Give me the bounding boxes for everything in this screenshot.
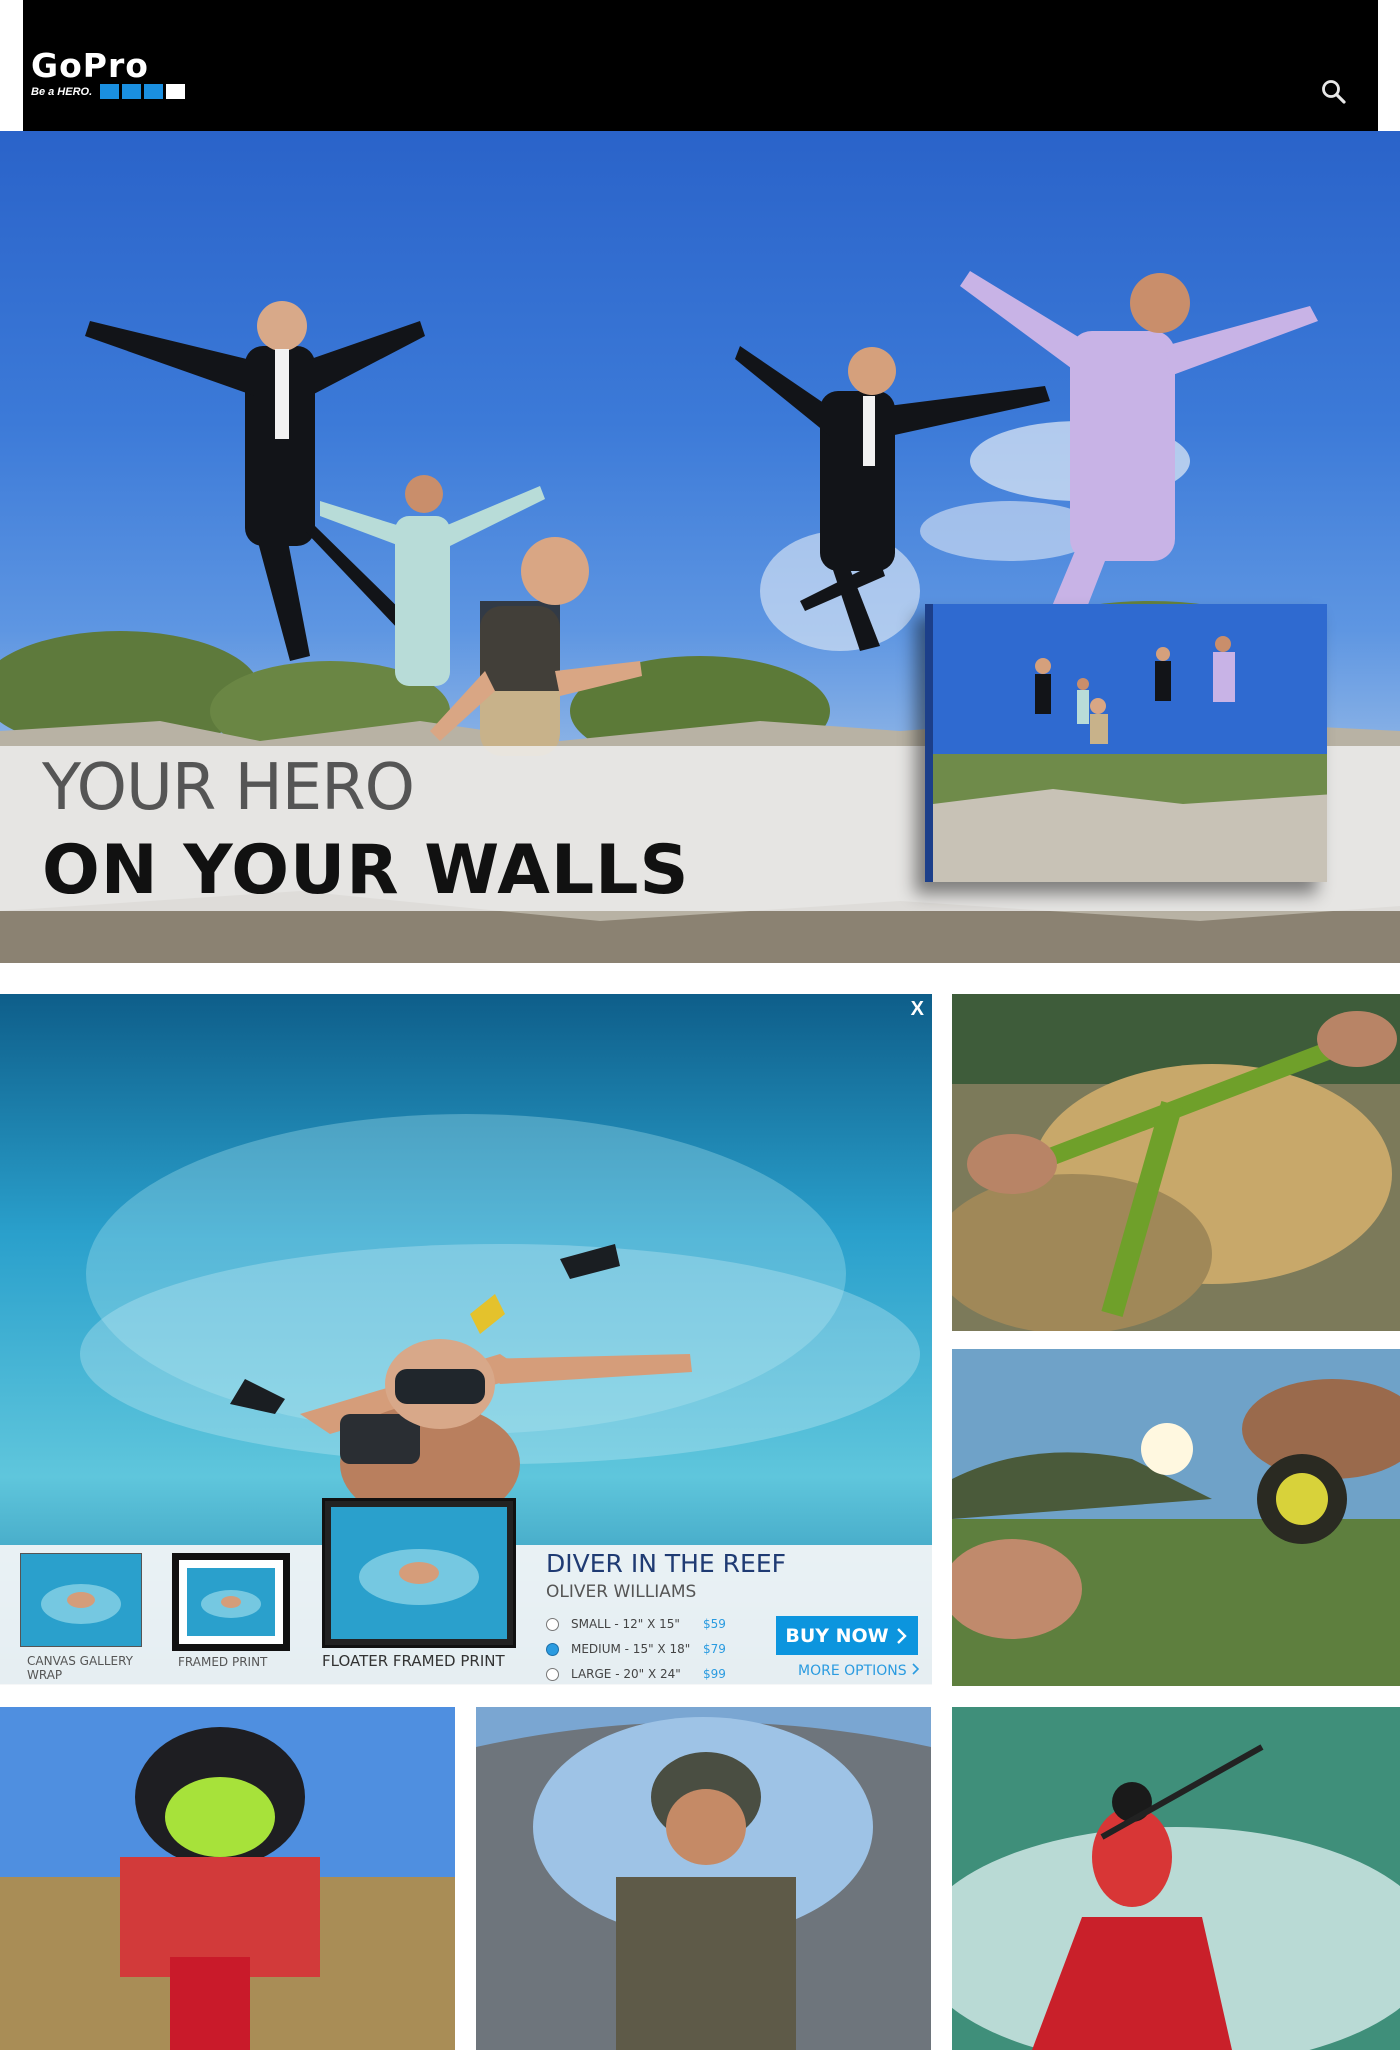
logo-square [166,84,186,99]
size-label: LARGE - 20" X 24" [571,1667,681,1681]
gallery-tile-fighter-jet[interactable] [476,1707,931,2050]
radio-button[interactable] [546,1617,559,1631]
format-label: FLOATER FRAMED PRINT [322,1652,505,1670]
fighter-jet-photo [476,1707,931,2050]
site-header: GoPro Be a HERO. [23,0,1378,131]
format-label: CANVAS GALLERY WRAP [27,1654,134,1682]
buy-now-label: BUY NOW [785,1624,889,1647]
gallery-tile-fly-fishing[interactable] [952,1349,1400,1686]
size-label: SMALL - 12" X 15" [571,1617,680,1631]
radio-button[interactable] [546,1667,559,1681]
logo-wordmark: GoPro [31,46,149,85]
size-price: $79 [703,1642,726,1656]
thumb-diver-image [21,1554,141,1646]
size-price: $59 [703,1617,726,1631]
size-option-large[interactable]: LARGE - 20" X 24" $99 [546,1667,726,1681]
hero-banner: YOUR HERO ON YOUR WALLS [0,131,1400,963]
size-price: $99 [703,1667,726,1681]
size-label: MEDIUM - 15" X 18" [571,1642,691,1656]
more-options-label: MORE OPTIONS [798,1663,907,1679]
gopro-logo[interactable]: GoPro Be a HERO. [31,48,231,106]
more-options-link[interactable]: MORE OPTIONS [798,1663,920,1679]
format-label: FRAMED PRINT [178,1655,268,1669]
size-option-medium[interactable]: MEDIUM - 15" X 18" $79 [546,1642,726,1656]
logo-square [122,84,142,99]
product-artist: OLIVER WILLIAMS [546,1582,697,1602]
mountain-bike-photo [952,994,1400,1331]
search-icon [1322,80,1346,104]
logo-square [100,84,120,99]
thumb-diver-image [331,1507,507,1639]
buy-now-button[interactable]: BUY NOW [776,1616,918,1655]
canvas-print-mockup [925,604,1327,882]
format-floater-framed-print[interactable] [322,1498,516,1648]
format-canvas-gallery-wrap[interactable] [20,1553,142,1647]
logo-square [144,84,164,99]
hero-title-light: YOUR HERO [42,751,415,825]
radio-button-selected[interactable] [546,1642,559,1656]
fly-fishing-photo [952,1349,1400,1686]
chevron-right-icon [896,1627,907,1644]
thumb-diver-image [187,1568,275,1636]
gallery-tile-kayak[interactable] [952,1707,1400,2050]
search-button[interactable] [1320,78,1350,108]
size-option-small[interactable]: SMALL - 12" X 15" $59 [546,1617,726,1631]
format-framed-print[interactable] [172,1553,290,1651]
kayak-photo [952,1707,1400,2050]
gallery-tile-mountain-bike[interactable] [952,994,1400,1331]
chevron-right-icon [912,1663,920,1675]
motocross-photo [0,1707,455,2050]
close-button[interactable]: X [911,998,924,1021]
product-title: DIVER IN THE REEF [546,1549,787,1578]
hero-title-bold: ON YOUR WALLS [42,831,690,910]
logo-tagline: Be a HERO. [31,85,93,98]
logo-tagline-row: Be a HERO. [31,84,231,99]
gallery-tile-motocross[interactable] [0,1707,455,2050]
canvas-print-image [933,604,1327,882]
